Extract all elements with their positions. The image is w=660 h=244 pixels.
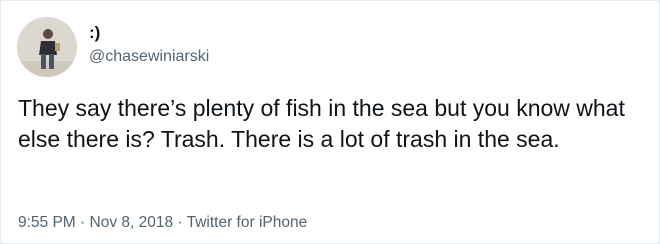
tweet-source[interactable]: Twitter for iPhone: [187, 214, 308, 231]
display-name[interactable]: :): [89, 23, 209, 43]
tweet-metadata: 9:55 PM · Nov 8, 2018 · Twitter for iPho…: [18, 213, 307, 233]
user-names: :) @chasewiniarski: [89, 23, 209, 67]
meta-separator: ·: [173, 214, 187, 231]
meta-separator: ·: [75, 214, 90, 231]
tweet-text: They say there’s plenty of fish in the s…: [18, 95, 625, 152]
user-handle[interactable]: @chasewiniarski: [89, 47, 209, 67]
tweet-card: :) @chasewiniarski They say there’s plen…: [0, 0, 660, 244]
avatar[interactable]: [17, 17, 77, 77]
tweet-time[interactable]: 9:55 PM: [18, 214, 76, 231]
avatar-image: [17, 17, 77, 77]
tweet-date[interactable]: Nov 8, 2018: [90, 214, 174, 231]
